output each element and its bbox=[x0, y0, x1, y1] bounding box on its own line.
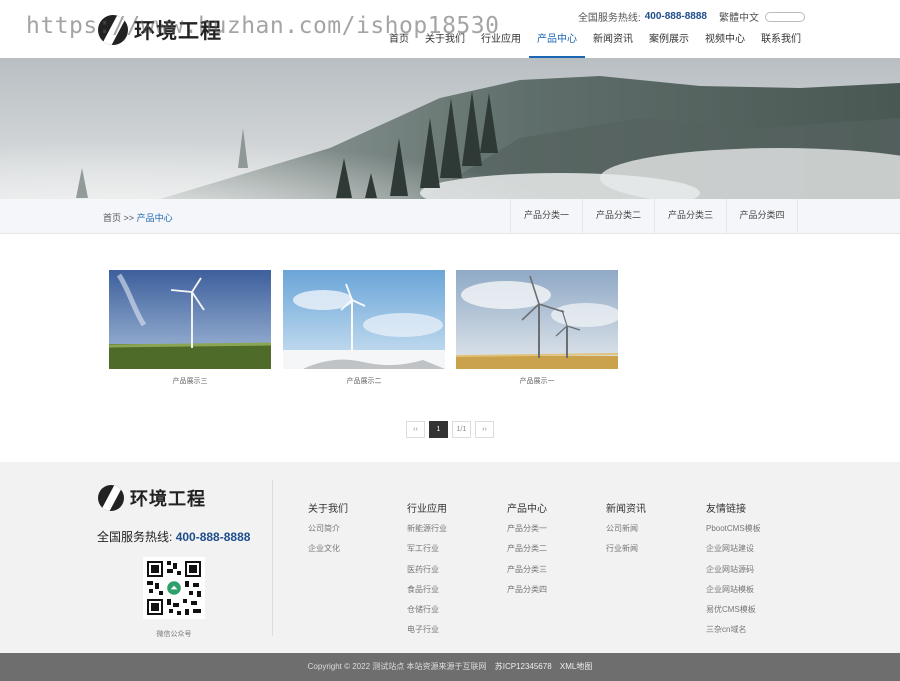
product-card[interactable]: 产品展示三 bbox=[109, 270, 271, 386]
qr-code-icon bbox=[143, 557, 205, 619]
footer-link[interactable]: 公司简介 bbox=[308, 522, 348, 542]
nav-item-about[interactable]: 关于我们 bbox=[417, 26, 473, 58]
footer-column-title[interactable]: 关于我们 bbox=[308, 500, 348, 515]
footer-column: 友情链接 PbootCMS模板 企业网站建设 企业网站源码 企业网站模板 易优C… bbox=[706, 500, 761, 644]
product-image[interactable] bbox=[456, 270, 618, 369]
footer-link[interactable]: 军工行业 bbox=[407, 542, 447, 562]
footer-hotline: 全国服务热线: 400-888-8888 bbox=[97, 528, 250, 545]
product-image[interactable] bbox=[283, 270, 445, 369]
footer-column-title[interactable]: 新闻资讯 bbox=[606, 500, 646, 515]
page: 环境工程 https://www.huzhan.com/ishop18530 全… bbox=[0, 0, 900, 681]
footer-link[interactable]: 食品行业 bbox=[407, 583, 447, 603]
footer-link[interactable]: 企业网站源码 bbox=[706, 563, 761, 583]
footer-column: 新闻资讯 公司新闻 行业新闻 bbox=[606, 500, 646, 563]
footer-column: 关于我们 公司简介 企业文化 bbox=[308, 500, 348, 563]
hotline-number: 400-888-8888 bbox=[644, 11, 707, 22]
footer-logo-text: 环境工程 bbox=[130, 489, 206, 509]
product-title[interactable]: 产品展示二 bbox=[283, 376, 445, 386]
footer-column-title[interactable]: 友情链接 bbox=[706, 500, 761, 515]
next-page-button[interactable]: ›› bbox=[475, 421, 494, 438]
footer-link[interactable]: 电子行业 bbox=[407, 623, 447, 643]
language-switch-link[interactable]: 繁體中文 bbox=[719, 9, 759, 24]
footer-link[interactable]: 公司新闻 bbox=[606, 522, 646, 542]
nav-item-contact[interactable]: 联系我们 bbox=[753, 26, 809, 58]
nav-item-home[interactable]: 首页 bbox=[381, 26, 417, 58]
footer-column-title[interactable]: 产品中心 bbox=[507, 500, 547, 515]
footer-link[interactable]: 产品分类三 bbox=[507, 563, 547, 583]
footer-logo[interactable]: 环境工程 bbox=[98, 485, 206, 511]
copyright-bar: Copyright © 2022 测试站点 本站资源来源于互联网 苏ICP123… bbox=[0, 653, 900, 681]
footer-link[interactable]: 企业网站建设 bbox=[706, 542, 761, 562]
breadcrumb-current-link[interactable]: 产品中心 bbox=[137, 213, 173, 223]
footer-link[interactable]: 企业文化 bbox=[308, 542, 348, 562]
breadcrumb-home-link[interactable]: 首页 bbox=[103, 213, 121, 223]
header: 环境工程 https://www.huzhan.com/ishop18530 全… bbox=[0, 0, 900, 58]
breadcrumb-separator: >> bbox=[123, 213, 135, 223]
footer-link[interactable]: 新能源行业 bbox=[407, 522, 447, 542]
nav-item-cases[interactable]: 案例展示 bbox=[641, 26, 697, 58]
logo-mark-icon bbox=[98, 485, 124, 511]
hotline-label: 全国服务热线: bbox=[577, 13, 641, 24]
tab-category-3[interactable]: 产品分类三 bbox=[654, 199, 726, 234]
footer-column-title[interactable]: 行业应用 bbox=[407, 500, 447, 515]
copyright-text: Copyright © 2022 测试站点 本站资源来源于互联网 bbox=[307, 662, 487, 671]
product-card[interactable]: 产品展示二 bbox=[283, 270, 445, 386]
page-number-button[interactable]: 1 bbox=[429, 421, 448, 438]
page-info: 1/1 bbox=[452, 421, 471, 438]
footer-link[interactable]: 产品分类四 bbox=[507, 583, 547, 603]
product-title[interactable]: 产品展示一 bbox=[456, 376, 618, 386]
footer-link[interactable]: 易优CMS模板 bbox=[706, 603, 761, 623]
footer-column: 行业应用 新能源行业 军工行业 医药行业 食品行业 仓储行业 电子行业 bbox=[407, 500, 447, 644]
product-title[interactable]: 产品展示三 bbox=[109, 376, 271, 386]
tab-category-4[interactable]: 产品分类四 bbox=[726, 199, 798, 234]
qr-caption: 微信公众号 bbox=[156, 631, 192, 638]
footer-column: 产品中心 产品分类一 产品分类二 产品分类三 产品分类四 bbox=[507, 500, 547, 603]
nav-item-products[interactable]: 产品中心 bbox=[529, 26, 585, 58]
breadcrumb: 首页 >> 产品中心 bbox=[103, 211, 173, 224]
footer-hotline-number: 400-888-8888 bbox=[175, 530, 251, 544]
footer-divider bbox=[272, 480, 273, 636]
tab-category-2[interactable]: 产品分类二 bbox=[582, 199, 654, 234]
prev-page-button[interactable]: ‹‹ bbox=[406, 421, 425, 438]
footer-link[interactable]: 产品分类二 bbox=[507, 542, 547, 562]
footer-hotline-label: 全国服务热线: bbox=[97, 530, 173, 544]
nav-item-industry[interactable]: 行业应用 bbox=[473, 26, 529, 58]
banner-image bbox=[0, 58, 900, 199]
sitemap-link[interactable]: XML地图 bbox=[560, 662, 592, 671]
search-input[interactable] bbox=[765, 11, 805, 22]
pagination: ‹‹ 1 1/1 ›› bbox=[406, 421, 498, 438]
top-bar: 全国服务热线: 400-888-8888 繁體中文 bbox=[578, 9, 805, 24]
category-tabs: 产品分类一 产品分类二 产品分类三 产品分类四 bbox=[510, 199, 798, 234]
footer-link[interactable]: 医药行业 bbox=[407, 563, 447, 583]
footer: 环境工程 全国服务热线: 400-888-8888 微信公众号 关于我们 公司简… bbox=[0, 462, 900, 653]
tab-category-1[interactable]: 产品分类一 bbox=[510, 199, 582, 234]
footer-link[interactable]: 行业新闻 bbox=[606, 542, 646, 562]
footer-link[interactable]: 仓储行业 bbox=[407, 603, 447, 623]
nav-item-videos[interactable]: 视频中心 bbox=[697, 26, 753, 58]
sub-nav-bar: 首页 >> 产品中心 产品分类一 产品分类二 产品分类三 产品分类四 bbox=[0, 199, 900, 234]
footer-link[interactable]: 产品分类一 bbox=[507, 522, 547, 542]
product-card[interactable]: 产品展示一 bbox=[456, 270, 618, 386]
footer-link[interactable]: 三杂cn域名 bbox=[706, 623, 761, 643]
footer-link[interactable]: 企业网站模板 bbox=[706, 583, 761, 603]
footer-link[interactable]: PbootCMS模板 bbox=[706, 522, 761, 542]
icp-link[interactable]: 苏ICP12345678 bbox=[495, 662, 552, 671]
nav-item-news[interactable]: 新闻资讯 bbox=[585, 26, 641, 58]
main-nav: 首页 关于我们 行业应用 产品中心 新闻资讯 案例展示 视频中心 联系我们 bbox=[381, 26, 809, 58]
product-image[interactable] bbox=[109, 270, 271, 369]
